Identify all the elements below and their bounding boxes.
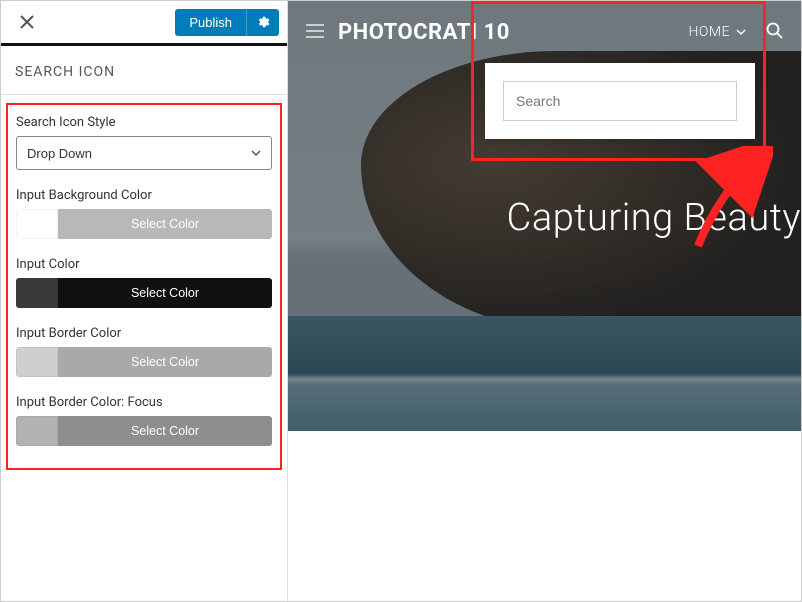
field-input-border-color: Input Border Color Select Color [16, 326, 272, 377]
field-input-border-focus: Input Border Color: Focus Select Color [16, 395, 272, 446]
sidebar-topbar: Publish [1, 1, 287, 46]
color-swatch [16, 347, 58, 377]
color-picker-input-bg[interactable]: Select Color [16, 209, 272, 239]
field-search-icon-style: Search Icon Style Drop Down [16, 115, 272, 170]
label-input-border-focus: Input Border Color: Focus [16, 395, 272, 410]
nav-search-toggle[interactable] [766, 22, 783, 43]
nav-right: HOME [689, 22, 783, 43]
color-swatch [16, 278, 58, 308]
field-input-bg-color: Input Background Color Select Color [16, 188, 272, 239]
menu-toggle[interactable] [306, 23, 324, 42]
search-dropdown [485, 63, 755, 139]
select-color-button[interactable]: Select Color [58, 347, 272, 377]
color-swatch [16, 416, 58, 446]
hamburger-icon [306, 24, 324, 38]
panel-title: SEARCH ICON [1, 46, 287, 95]
select-color-button[interactable]: Select Color [58, 416, 272, 446]
color-picker-border-color[interactable]: Select Color [16, 347, 272, 377]
label-input-color: Input Color [16, 257, 272, 272]
hero-section: PHOTOCRATI 10 HOME Capturing Beauty [288, 1, 801, 431]
customizer-sidebar: Publish SEARCH ICON Search Icon Style Dr… [1, 1, 288, 601]
close-icon [20, 15, 34, 29]
hero-heading: Capturing Beauty [507, 196, 801, 240]
panel-body: Search Icon Style Drop Down Input Backgr… [1, 95, 287, 601]
site-nav: PHOTOCRATI 10 HOME [288, 1, 801, 63]
color-picker-border-focus[interactable]: Select Color [16, 416, 272, 446]
select-search-icon-style[interactable]: Drop Down [16, 136, 272, 170]
select-color-button[interactable]: Select Color [58, 209, 272, 239]
label-search-icon-style: Search Icon Style [16, 115, 272, 130]
color-swatch [16, 209, 58, 239]
preview-pane: PHOTOCRATI 10 HOME Capturing Beauty [288, 1, 801, 601]
label-input-bg-color: Input Background Color [16, 188, 272, 203]
search-input[interactable] [503, 81, 737, 121]
gear-icon [256, 15, 270, 29]
color-picker-input-color[interactable]: Select Color [16, 278, 272, 308]
site-brand[interactable]: PHOTOCRATI 10 [338, 20, 510, 45]
publish-settings-button[interactable] [246, 9, 279, 36]
publish-button[interactable]: Publish [175, 9, 246, 36]
publish-group: Publish [175, 9, 279, 36]
highlighted-settings: Search Icon Style Drop Down Input Backgr… [6, 103, 282, 470]
nav-link-home[interactable]: HOME [689, 24, 746, 40]
field-input-color: Input Color Select Color [16, 257, 272, 308]
nav-link-label: HOME [689, 24, 730, 40]
search-icon [766, 22, 783, 39]
select-color-button[interactable]: Select Color [58, 278, 272, 308]
close-button[interactable] [9, 4, 45, 40]
chevron-down-icon [736, 27, 746, 37]
label-input-border-color: Input Border Color [16, 326, 272, 341]
